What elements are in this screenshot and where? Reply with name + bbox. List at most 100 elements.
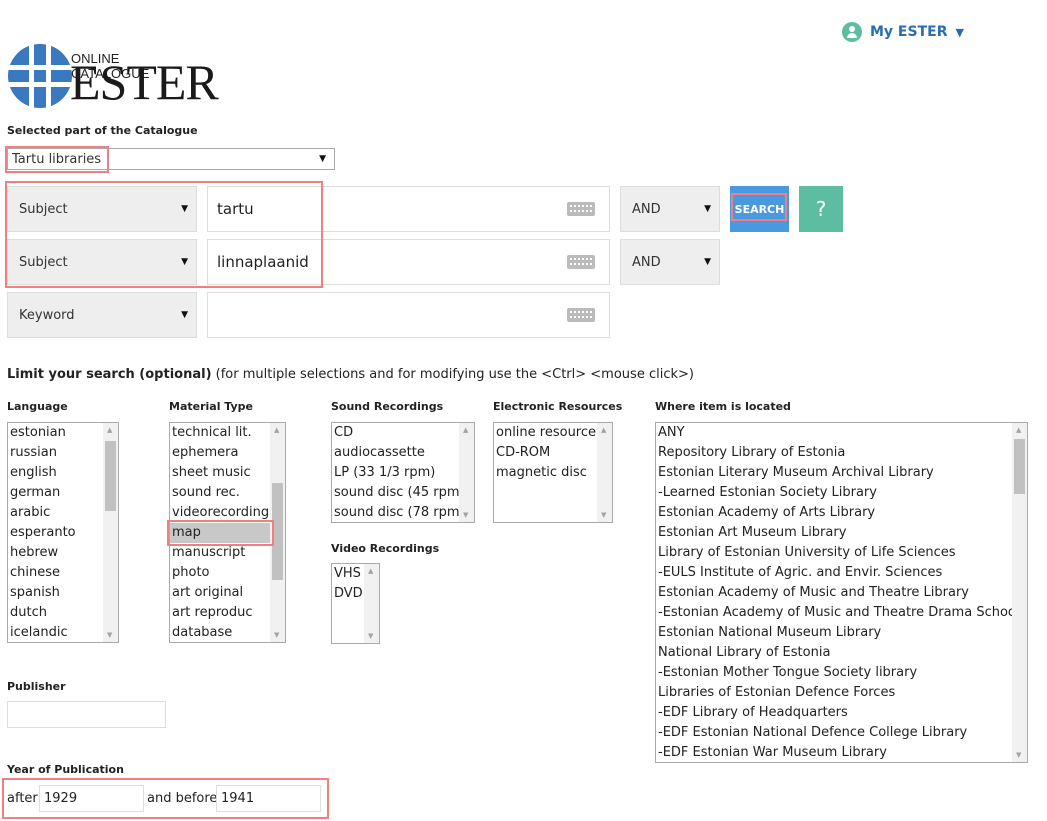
before-label: and before	[147, 791, 218, 806]
list-option[interactable]: hebrew	[8, 543, 118, 563]
keyboard-icon[interactable]	[567, 202, 595, 216]
list-option[interactable]: videorecording	[170, 503, 285, 523]
keyboard-icon[interactable]	[567, 308, 595, 322]
my-ester-label: My ESTER	[870, 24, 948, 40]
scroll-down-icon[interactable]: ▼	[463, 511, 468, 519]
list-option[interactable]: National Library of Estonia	[656, 643, 1027, 663]
keyboard-icon[interactable]	[567, 255, 595, 269]
list-option[interactable]: Estonian Academy of Music and Theatre Li…	[656, 583, 1027, 603]
video-list[interactable]: VHS DVD ▲ ▼	[331, 563, 380, 644]
my-ester-menu[interactable]: My ESTER ▼	[842, 22, 964, 42]
language-label: Language	[7, 400, 68, 413]
operator-select-2[interactable]: AND ▼	[620, 239, 720, 285]
list-option[interactable]: CD	[332, 423, 474, 443]
scrollbar[interactable]: ▲ ▼	[459, 423, 474, 522]
list-option[interactable]: -Learned Estonian Society Library	[656, 483, 1027, 503]
scroll-down-icon[interactable]: ▼	[107, 631, 112, 639]
caret-down-icon: ▼	[181, 257, 188, 267]
list-option[interactable]: ANY	[656, 423, 1027, 443]
list-option[interactable]: russian	[8, 443, 118, 463]
scroll-up-icon[interactable]: ▲	[368, 567, 373, 575]
list-option[interactable]: sound rec.	[170, 483, 285, 503]
search-input-2[interactable]: linnaplaanid	[207, 239, 610, 285]
after-label: after	[7, 791, 38, 806]
scrollbar[interactable]: ▲ ▼	[597, 423, 612, 522]
year-before-input[interactable]: 1941	[216, 785, 321, 812]
list-option[interactable]: arabic	[8, 503, 118, 523]
list-option[interactable]: photo	[170, 563, 285, 583]
publisher-input[interactable]	[7, 701, 166, 728]
list-option[interactable]: art reproduc	[170, 603, 285, 623]
list-option[interactable]: -EDF Estonian National Defence College L…	[656, 723, 1027, 743]
scroll-down-icon[interactable]: ▼	[274, 631, 279, 639]
list-option[interactable]: esperanto	[8, 523, 118, 543]
list-option[interactable]: dutch	[8, 603, 118, 623]
field-select-1[interactable]: Subject ▼	[7, 186, 197, 232]
search-input-3[interactable]	[207, 292, 610, 338]
scroll-down-icon[interactable]: ▼	[1016, 751, 1021, 759]
list-option[interactable]: Estonian Literary Museum Archival Librar…	[656, 463, 1027, 483]
scroll-up-icon[interactable]: ▲	[463, 426, 468, 434]
list-option[interactable]: ephemera	[170, 443, 285, 463]
list-option[interactable]: Estonian National Museum Library	[656, 623, 1027, 643]
scroll-up-icon[interactable]: ▲	[107, 426, 112, 434]
sound-list[interactable]: CD audiocassette LP (33 1/3 rpm) sound disc…	[331, 422, 475, 523]
catalogue-select[interactable]: Tartu libraries ▼	[7, 148, 335, 170]
list-option[interactable]: database	[170, 623, 285, 642]
list-option[interactable]: LP (33 1/3 rpm)	[332, 463, 474, 483]
list-option[interactable]: sheet music	[170, 463, 285, 483]
caret-down-icon: ▼	[704, 204, 711, 214]
field-select-2[interactable]: Subject ▼	[7, 239, 197, 285]
list-option[interactable]: -EDF Library of Headquarters	[656, 703, 1027, 723]
scrollbar-thumb[interactable]	[1014, 439, 1025, 494]
list-option[interactable]: Libraries of Estonian Defence Forces	[656, 683, 1027, 703]
list-option[interactable]: -Estonian Academy of Music and Theatre D…	[656, 603, 1027, 623]
list-option[interactable]: map	[170, 523, 285, 543]
scroll-up-icon[interactable]: ▲	[1016, 426, 1021, 434]
list-option[interactable]: spanish	[8, 583, 118, 603]
list-option[interactable]: Estonian Art Museum Library	[656, 523, 1027, 543]
list-option[interactable]: manuscript	[170, 543, 285, 563]
scroll-down-icon[interactable]: ▼	[601, 511, 606, 519]
year-after-input[interactable]: 1929	[39, 785, 144, 812]
list-option[interactable]: art original	[170, 583, 285, 603]
limit-heading: Limit your search (optional) (for multip…	[7, 367, 694, 382]
list-option[interactable]: CD-ROM	[494, 443, 612, 463]
scrollbar[interactable]: ▲ ▼	[1012, 423, 1027, 762]
search-button[interactable]: SEARCH	[730, 186, 789, 232]
list-option[interactable]: icelandic	[8, 623, 118, 642]
catalogue-label: Selected part of the Catalogue	[7, 124, 198, 137]
scroll-up-icon[interactable]: ▲	[601, 426, 606, 434]
list-option[interactable]: technical lit.	[170, 423, 285, 443]
list-option[interactable]: online resource	[494, 423, 612, 443]
list-option[interactable]: sound disc (45 rpm)	[332, 483, 474, 503]
list-option[interactable]: german	[8, 483, 118, 503]
location-list[interactable]: ANY Repository Library of Estonia Estonian…	[655, 422, 1028, 763]
list-option[interactable]: -EDF Estonian War Museum Library	[656, 743, 1027, 762]
list-option[interactable]: chinese	[8, 563, 118, 583]
scrollbar-thumb[interactable]	[272, 483, 283, 580]
list-option[interactable]: audiocassette	[332, 443, 474, 463]
help-button[interactable]: ?	[799, 186, 843, 232]
scroll-down-icon[interactable]: ▼	[368, 632, 373, 640]
list-option[interactable]: -Estonian Mother Tongue Society library	[656, 663, 1027, 683]
field-select-3[interactable]: Keyword ▼	[7, 292, 197, 338]
material-list[interactable]: technical lit. ephemera sheet music sound r…	[169, 422, 286, 643]
electronic-list[interactable]: online resource CD-ROM magnetic disc ▲ ▼	[493, 422, 613, 523]
list-option[interactable]: Estonian Academy of Arts Library	[656, 503, 1027, 523]
operator-select-1[interactable]: AND ▼	[620, 186, 720, 232]
language-list[interactable]: estonian russian english german arabic espera…	[7, 422, 119, 643]
scrollbar[interactable]: ▲ ▼	[270, 423, 285, 642]
scrollbar[interactable]: ▲ ▼	[103, 423, 118, 642]
list-option[interactable]: sound disc (78 rpm)	[332, 503, 474, 522]
scroll-up-icon[interactable]: ▲	[274, 426, 279, 434]
list-option[interactable]: Library of Estonian University of Life S…	[656, 543, 1027, 563]
list-option[interactable]: estonian	[8, 423, 118, 443]
list-option[interactable]: Repository Library of Estonia	[656, 443, 1027, 463]
list-option[interactable]: magnetic disc	[494, 463, 612, 483]
list-option[interactable]: -EULS Institute of Agric. and Envir. Sci…	[656, 563, 1027, 583]
scrollbar[interactable]: ▲ ▼	[364, 564, 379, 643]
scrollbar-thumb[interactable]	[105, 441, 116, 511]
search-input-1[interactable]: tartu	[207, 186, 610, 232]
list-option[interactable]: english	[8, 463, 118, 483]
